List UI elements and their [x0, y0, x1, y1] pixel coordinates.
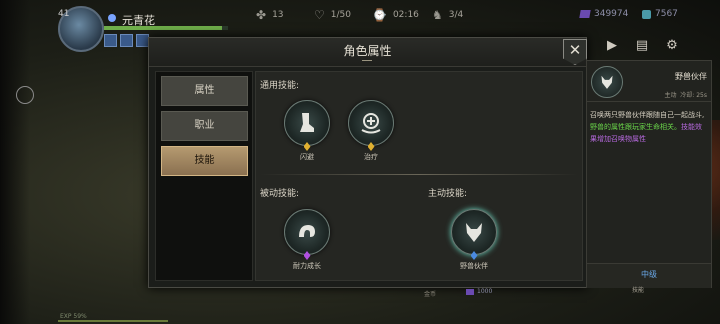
timer-icon: ⌚ [372, 8, 387, 22]
dialog-header: 角色属性 [149, 38, 586, 67]
detail-type: 主动 [664, 92, 677, 99]
skill-detail-panel: 野兽伙伴 主动 冷却: 25s 召唤两只野兽伙伴跟随自己一起战斗, 野兽的属性跟玩… [586, 60, 712, 288]
heal-icon [348, 100, 394, 146]
skill-name: 闪避 [300, 153, 314, 161]
character-attributes-dialog: 角色属性 ✕ 属性 职业 技能 通用技能: 闪避 治疗 被动技能: 主动技能: [148, 37, 587, 288]
skill-name: 耐力成长 [293, 262, 321, 270]
tab-profession[interactable]: 职业 [161, 111, 248, 141]
detail-footer: 中级 [587, 263, 711, 288]
endurance-icon [284, 209, 330, 255]
bottom-resource-value: 1000 [477, 288, 493, 295]
detail-divider [587, 101, 711, 102]
exp-bar [58, 320, 168, 322]
desc-part-1: 召唤两只野兽伙伴跟随自己一起战斗, [590, 111, 705, 119]
bottom-resource: 1000 [466, 288, 492, 295]
paw-icon: ✤ [256, 8, 267, 22]
gear-icon[interactable]: ⚙ [662, 36, 682, 56]
stat-wolf: ♞ 3/4 [432, 8, 463, 22]
side-toggle-button[interactable] [16, 86, 34, 104]
detail-meta: 主动 冷却: 25s [664, 90, 707, 99]
detail-skill-name: 野兽伙伴 [675, 72, 707, 81]
active-skills-label: 主动技能: [428, 189, 468, 199]
wolf-icon: ♞ [432, 8, 443, 22]
buff-row [104, 34, 149, 47]
currency-gem[interactable]: 349974 [579, 9, 629, 19]
title-ornament [362, 60, 372, 64]
dodge-icon [284, 100, 330, 146]
exp-label: EXP 59% [60, 313, 87, 320]
currency-crystal-value: 7567 [655, 9, 678, 19]
stat-heart-value: 1/50 [330, 10, 351, 20]
top-hud: 41 元青花 ✤ 13 ♡ 1/50 ⌚ 02:16 ♞ 3/4 349974 … [0, 0, 720, 53]
play-icon[interactable]: ▶ [602, 36, 622, 56]
desc-part-2: 野兽的属性跟玩家生命相关。 [590, 123, 681, 131]
stat-paw-value: 13 [272, 10, 284, 20]
beast-companion-icon [591, 66, 623, 98]
vip-icon [108, 14, 116, 22]
hp-bar-fill [104, 26, 222, 30]
bottom-gold-label: 金币 [424, 291, 437, 298]
skill-endurance[interactable]: 耐力成长 [282, 209, 332, 271]
currency-gem-value: 349974 [594, 9, 629, 19]
detail-level-button[interactable]: 中级 [587, 269, 711, 280]
section-divider [260, 174, 578, 175]
stat-timer: ⌚ 02:16 [372, 8, 419, 22]
detail-description: 召唤两只野兽伙伴跟随自己一起战斗,野兽的属性跟玩家生命相关。技能效果增加召唤物属… [590, 109, 708, 145]
tab-attributes[interactable]: 属性 [161, 76, 248, 106]
skills-content: 通用技能: 闪避 治疗 被动技能: 主动技能: 耐力成长 野兽伙伴 [255, 71, 583, 281]
skill-beast-companion[interactable]: 野兽伙伴 [449, 209, 499, 271]
gem-icon [466, 288, 474, 295]
player-level: 41 [58, 9, 70, 19]
skill-name: 治疗 [364, 153, 378, 161]
dialog-title: 角色属性 [343, 44, 392, 58]
skill-heal[interactable]: 治疗 [346, 100, 396, 162]
chat-icon[interactable]: ▤ [632, 36, 652, 56]
hp-bar [104, 26, 228, 30]
gem-icon [579, 10, 591, 18]
stat-wolf-value: 3/4 [448, 10, 464, 20]
background-edge [0, 0, 30, 324]
detail-sub-label: 技能 [632, 287, 645, 294]
tab-skills[interactable]: 技能 [161, 146, 248, 176]
buff-icon[interactable] [104, 34, 117, 47]
stat-timer-value: 02:16 [392, 10, 419, 20]
dialog-sidebar: 属性 职业 技能 [155, 71, 253, 281]
skill-dodge[interactable]: 闪避 [282, 100, 332, 162]
skill-name: 野兽伙伴 [460, 262, 488, 270]
heart-icon: ♡ [314, 8, 325, 22]
currency-crystal[interactable]: 7567 [642, 9, 678, 19]
stat-heart: ♡ 1/50 [314, 8, 351, 22]
detail-cooldown: 冷却: 25s [680, 92, 707, 99]
beast-companion-icon [451, 209, 497, 255]
general-skills-label: 通用技能: [260, 81, 300, 91]
stat-paw: ✤ 13 [256, 8, 284, 22]
crystal-icon [642, 9, 651, 19]
passive-skills-label: 被动技能: [260, 189, 300, 199]
buff-icon[interactable] [120, 34, 133, 47]
